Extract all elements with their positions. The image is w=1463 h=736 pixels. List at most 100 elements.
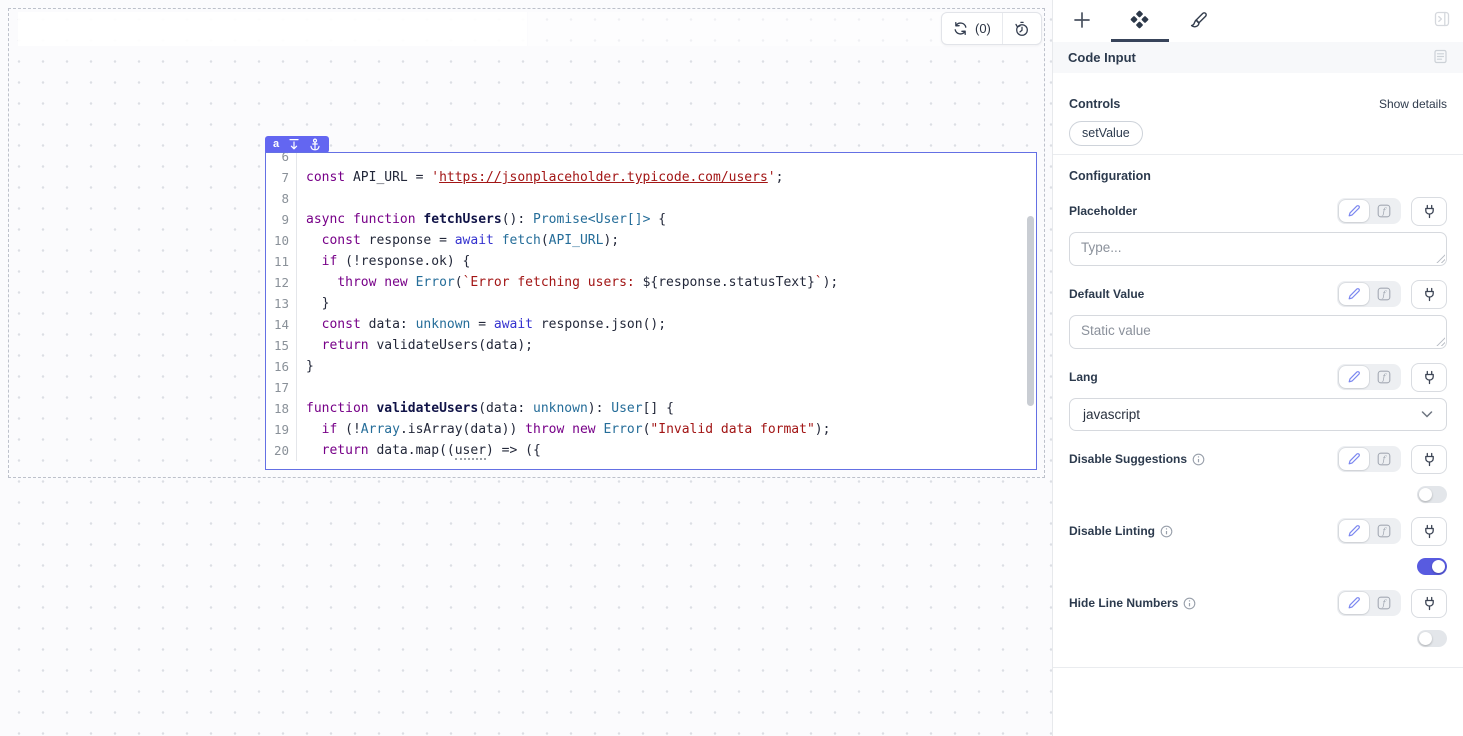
history-button[interactable] bbox=[1002, 13, 1041, 44]
code-text bbox=[297, 188, 306, 209]
code-line[interactable]: 6 bbox=[266, 153, 1036, 167]
lang-select[interactable]: javascript bbox=[1069, 398, 1447, 431]
code-line[interactable]: 20 return data.map((user) => ({ bbox=[266, 440, 1036, 461]
default-value-input[interactable] bbox=[1069, 315, 1447, 349]
line-number: 12 bbox=[266, 272, 297, 293]
line-number: 15 bbox=[266, 335, 297, 356]
connect-data-button[interactable] bbox=[1411, 517, 1447, 546]
selected-value: javascript bbox=[1083, 407, 1140, 422]
refresh-runnables-button[interactable]: (0) bbox=[942, 13, 1002, 44]
editor-mode-segmented: f bbox=[1337, 281, 1401, 307]
code-line[interactable]: 8 bbox=[266, 188, 1036, 209]
code-line[interactable]: 13 } bbox=[266, 293, 1036, 314]
tab-insert[interactable] bbox=[1069, 8, 1095, 34]
code-text: const data: unknown = await response.jso… bbox=[297, 314, 666, 335]
static-edit-button[interactable] bbox=[1339, 366, 1369, 388]
code-line[interactable]: 9async function fetchUsers(): Promise<Us… bbox=[266, 209, 1036, 230]
line-number: 20 bbox=[266, 440, 297, 461]
editor-mode-segmented: f bbox=[1337, 590, 1401, 616]
code-input-widget[interactable]: 67const API_URL = 'https://jsonplacehold… bbox=[265, 152, 1037, 470]
code-text: if (!Array.isArray(data)) throw new Erro… bbox=[297, 419, 830, 440]
svg-text:f: f bbox=[1381, 455, 1387, 465]
code-text: } bbox=[297, 293, 329, 314]
code-line[interactable]: 7const API_URL = 'https://jsonplaceholde… bbox=[266, 167, 1036, 188]
history-icon bbox=[1014, 21, 1030, 37]
line-number: 19 bbox=[266, 419, 297, 440]
field-label: Hide Line Numbers bbox=[1069, 596, 1196, 610]
editor-mode-segmented: f bbox=[1337, 446, 1401, 472]
info-icon[interactable] bbox=[1160, 525, 1173, 538]
code-text: } bbox=[297, 356, 314, 377]
active-tab-indicator bbox=[1111, 39, 1169, 42]
show-details-link[interactable]: Show details bbox=[1379, 97, 1447, 111]
code-line[interactable]: 14 const data: unknown = await response.… bbox=[266, 314, 1036, 335]
fx-expression-button[interactable]: f bbox=[1369, 200, 1399, 222]
line-number: 17 bbox=[266, 377, 297, 398]
app-canvas[interactable]: (0) a bbox=[0, 0, 1052, 736]
editor-scrollbar-thumb[interactable] bbox=[1027, 216, 1034, 406]
fx-expression-button[interactable]: f bbox=[1369, 520, 1399, 542]
line-number: 18 bbox=[266, 398, 297, 419]
static-edit-button[interactable] bbox=[1339, 283, 1369, 305]
static-edit-button[interactable] bbox=[1339, 592, 1369, 614]
section-divider bbox=[1053, 154, 1463, 155]
toggle-knob bbox=[1432, 560, 1445, 573]
documentation-button[interactable] bbox=[1433, 49, 1448, 67]
code-line[interactable]: 19 if (!Array.isArray(data)) throw new E… bbox=[266, 419, 1036, 440]
components-icon bbox=[1130, 10, 1149, 32]
collapse-panel-button[interactable] bbox=[1434, 11, 1450, 30]
code-line[interactable]: 15 return validateUsers(data); bbox=[266, 335, 1036, 356]
disable-linting-toggle[interactable] bbox=[1417, 558, 1447, 575]
line-number: 9 bbox=[266, 209, 297, 230]
fx-expression-button[interactable]: f bbox=[1369, 283, 1399, 305]
code-line[interactable]: 17 bbox=[266, 377, 1036, 398]
info-icon[interactable] bbox=[1192, 453, 1205, 466]
connect-data-button[interactable] bbox=[1411, 589, 1447, 618]
disable-suggestions-toggle[interactable] bbox=[1417, 486, 1447, 503]
field-default-value: Default Valuef bbox=[1069, 279, 1447, 349]
code-line[interactable]: 12 throw new Error(`Error fetching users… bbox=[266, 272, 1036, 293]
field-lang: Lang f javascript bbox=[1069, 362, 1447, 431]
code-text bbox=[297, 377, 306, 398]
refresh-icon bbox=[953, 21, 968, 36]
code-text: const API_URL = 'https://jsonplaceholder… bbox=[297, 167, 783, 188]
component-id-label: a bbox=[273, 139, 279, 150]
component-handle[interactable]: a bbox=[265, 136, 329, 153]
svg-text:f: f bbox=[1381, 527, 1387, 537]
connect-data-button[interactable] bbox=[1411, 197, 1447, 226]
line-number: 6 bbox=[266, 153, 297, 167]
fx-expression-button[interactable]: f bbox=[1369, 592, 1399, 614]
control-chip-setValue[interactable]: setValue bbox=[1069, 121, 1143, 146]
static-edit-button[interactable] bbox=[1339, 520, 1369, 542]
field-placeholder: Placeholderf bbox=[1069, 196, 1447, 266]
placeholder-input[interactable] bbox=[1069, 232, 1447, 266]
tab-settings[interactable] bbox=[1126, 8, 1152, 34]
code-text: return validateUsers(data); bbox=[297, 335, 533, 356]
static-edit-button[interactable] bbox=[1339, 200, 1369, 222]
info-icon[interactable] bbox=[1183, 597, 1196, 610]
static-edit-button[interactable] bbox=[1339, 448, 1369, 470]
chevron-down-icon bbox=[1421, 411, 1433, 418]
field-label: Disable Linting bbox=[1069, 524, 1173, 538]
tab-styling[interactable] bbox=[1186, 8, 1212, 34]
line-number: 13 bbox=[266, 293, 297, 314]
code-line[interactable]: 16} bbox=[266, 356, 1036, 377]
connect-data-button[interactable] bbox=[1411, 445, 1447, 474]
fx-expression-button[interactable]: f bbox=[1369, 366, 1399, 388]
controls-section-title: Controls bbox=[1069, 97, 1120, 111]
plus-icon bbox=[1073, 11, 1091, 32]
code-line[interactable]: 11 if (!response.ok) { bbox=[266, 251, 1036, 272]
code-line[interactable]: 10 const response = await fetch(API_URL)… bbox=[266, 230, 1036, 251]
field-label: Lang bbox=[1069, 370, 1098, 384]
hide-line-numbers-toggle[interactable] bbox=[1417, 630, 1447, 647]
connect-data-button[interactable] bbox=[1411, 280, 1447, 309]
fx-expression-button[interactable]: f bbox=[1369, 448, 1399, 470]
connect-data-button[interactable] bbox=[1411, 363, 1447, 392]
anchor-icon[interactable] bbox=[309, 138, 321, 151]
expand-height-icon[interactable] bbox=[288, 138, 300, 151]
code-editor[interactable]: 67const API_URL = 'https://jsonplacehold… bbox=[266, 153, 1036, 469]
code-lines: 67const API_URL = 'https://jsonplacehold… bbox=[266, 153, 1036, 461]
document-icon bbox=[1433, 49, 1448, 67]
editor-mode-segmented: f bbox=[1337, 198, 1401, 224]
code-line[interactable]: 18function validateUsers(data: unknown):… bbox=[266, 398, 1036, 419]
